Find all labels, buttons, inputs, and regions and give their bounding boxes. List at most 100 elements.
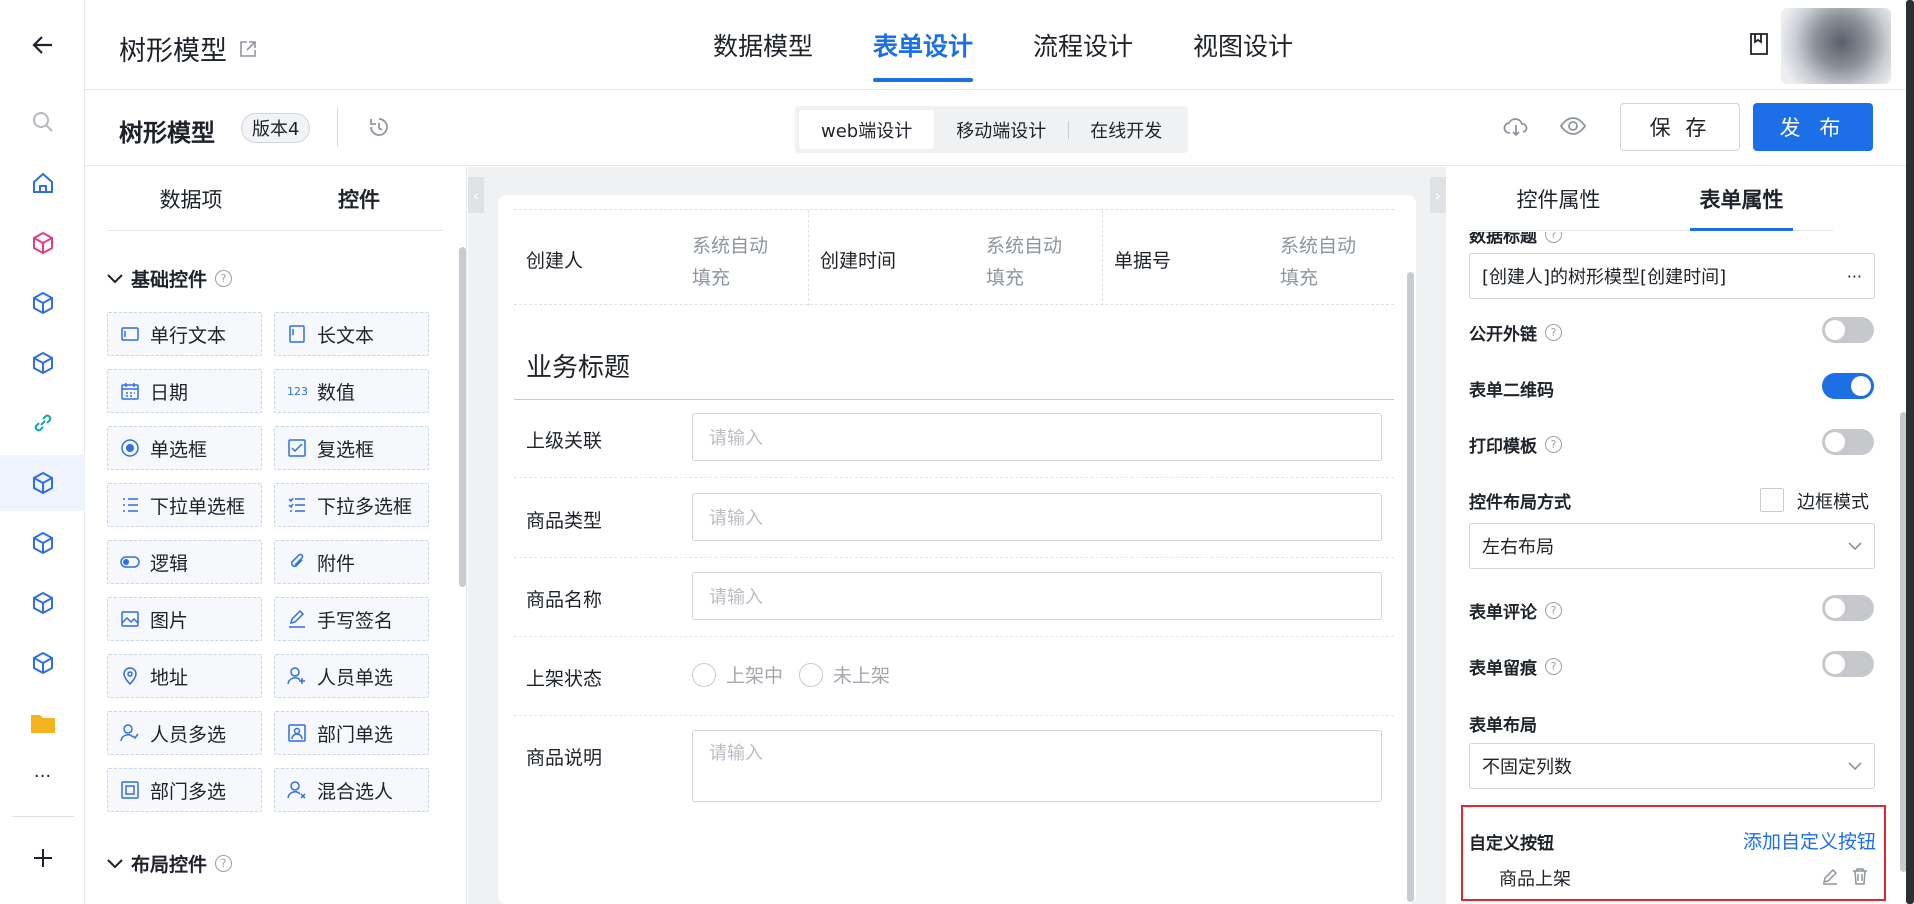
control-item[interactable]: 单选框 bbox=[107, 426, 262, 470]
tab-flow-design[interactable]: 流程设计 bbox=[1033, 0, 1133, 90]
control-item[interactable]: 手写签名 bbox=[274, 597, 429, 641]
product-desc-textarea[interactable]: 请输入 bbox=[692, 730, 1382, 802]
edit-icon[interactable] bbox=[1821, 867, 1839, 885]
chevron-down-icon bbox=[107, 273, 123, 283]
control-item[interactable]: 长文本 bbox=[274, 312, 429, 356]
folder-icon[interactable] bbox=[0, 695, 85, 751]
search-icon[interactable] bbox=[0, 94, 85, 150]
help-icon[interactable]: ? bbox=[1545, 232, 1562, 243]
control-item[interactable]: 附件 bbox=[274, 540, 429, 584]
parent-link-input[interactable]: 请输入 bbox=[692, 413, 1382, 461]
section-title: 布局控件 bbox=[131, 854, 208, 876]
help-icon[interactable]: ? bbox=[215, 270, 233, 287]
control-item[interactable]: 地址 bbox=[107, 654, 262, 698]
cube-icon[interactable] bbox=[0, 335, 85, 391]
control-label: 日期 bbox=[150, 381, 189, 404]
border-mode-checkbox[interactable] bbox=[1760, 488, 1784, 512]
left-tabs: 数据项 控件 bbox=[107, 167, 443, 231]
control-item[interactable]: 复选框 bbox=[274, 426, 429, 470]
canvas-scrollbar[interactable] bbox=[1407, 272, 1414, 902]
control-item[interactable]: 图片 bbox=[107, 597, 262, 641]
link-icon[interactable] bbox=[0, 395, 85, 451]
basic-controls-header[interactable]: 基础控件 ? bbox=[107, 265, 233, 292]
version-badge[interactable]: 版本4 bbox=[241, 113, 311, 143]
tab-control-props[interactable]: 控件属性 bbox=[1467, 167, 1650, 230]
print-template-toggle[interactable] bbox=[1822, 429, 1874, 455]
cube-icon[interactable] bbox=[0, 515, 85, 571]
avatar[interactable] bbox=[1781, 8, 1891, 84]
field-label: 商品名称 bbox=[526, 589, 603, 611]
more-icon[interactable]: ··· bbox=[1847, 267, 1862, 286]
tab-data-items[interactable]: 数据项 bbox=[107, 167, 275, 230]
control-item[interactable]: 日期 bbox=[107, 369, 262, 413]
delete-icon[interactable] bbox=[1851, 867, 1869, 885]
collapse-left-icon[interactable]: ‹ bbox=[468, 177, 484, 213]
control-item[interactable]: 混合选人 bbox=[274, 768, 429, 812]
save-button[interactable]: 保 存 bbox=[1620, 103, 1740, 151]
custom-button-section: 自定义按钮 添加自定义按钮 商品上架 bbox=[1461, 805, 1886, 901]
help-icon[interactable]: ? bbox=[1545, 436, 1562, 453]
home-icon[interactable] bbox=[0, 155, 85, 211]
preview-eye-icon[interactable] bbox=[1559, 115, 1587, 141]
layout-controls-header[interactable]: 布局控件 ? bbox=[107, 850, 233, 877]
back-arrow-icon[interactable] bbox=[0, 17, 85, 73]
control-item[interactable]: 下拉多选框 bbox=[274, 483, 429, 527]
plus-icon[interactable] bbox=[0, 830, 85, 886]
tab-form-design[interactable]: 表单设计 bbox=[873, 0, 974, 90]
book-icon[interactable] bbox=[1749, 32, 1769, 60]
long-text-icon bbox=[289, 325, 305, 343]
help-icon[interactable]: ? bbox=[215, 855, 233, 872]
control-item[interactable]: 逻辑 bbox=[107, 540, 262, 584]
more-dots-icon[interactable]: ··· bbox=[0, 748, 85, 804]
layout-mode-select[interactable]: 左右布局 bbox=[1469, 523, 1875, 569]
control-item[interactable]: 部门单选 bbox=[274, 711, 429, 755]
cube-active-icon[interactable] bbox=[0, 455, 85, 511]
public-link-toggle[interactable] bbox=[1822, 317, 1874, 343]
cube-icon[interactable] bbox=[0, 275, 85, 331]
history-icon[interactable] bbox=[367, 115, 391, 143]
control-label: 部门单选 bbox=[317, 723, 394, 746]
left-scrollbar[interactable] bbox=[459, 247, 466, 587]
help-icon[interactable]: ? bbox=[1545, 602, 1562, 619]
help-icon[interactable]: ? bbox=[1545, 658, 1562, 675]
tab-form-props[interactable]: 表单属性 bbox=[1650, 167, 1833, 231]
segment-online-dev[interactable]: 在线开发 bbox=[1068, 110, 1184, 149]
product-type-input[interactable]: 请输入 bbox=[692, 493, 1382, 541]
radio-off-shelf[interactable]: 未上架 bbox=[799, 661, 890, 688]
label-text: 数据标题 bbox=[1469, 232, 1537, 247]
control-item[interactable]: 人员多选 bbox=[107, 711, 262, 755]
control-item[interactable]: 下拉单选框 bbox=[107, 483, 262, 527]
tab-controls[interactable]: 控件 bbox=[275, 167, 443, 230]
chevron-down-icon bbox=[107, 858, 123, 868]
product-name-input[interactable]: 请输入 bbox=[692, 572, 1382, 620]
qr-code-toggle[interactable] bbox=[1822, 373, 1874, 399]
single-line-text-icon bbox=[121, 327, 139, 341]
tab-view-design[interactable]: 视图设计 bbox=[1193, 0, 1293, 90]
user-mixed-icon bbox=[287, 781, 306, 799]
collapse-right-icon[interactable]: › bbox=[1430, 177, 1446, 213]
help-icon[interactable]: ? bbox=[1545, 324, 1562, 341]
cloud-upload-icon[interactable] bbox=[1503, 115, 1529, 143]
control-item[interactable]: 单行文本 bbox=[107, 312, 262, 356]
publish-button[interactable]: 发 布 bbox=[1753, 103, 1873, 151]
cube-pink-icon[interactable] bbox=[0, 215, 85, 271]
data-title-input[interactable]: [创建人]的树形模型[创建时间] ··· bbox=[1469, 253, 1875, 299]
form-layout-select[interactable]: 不固定列数 bbox=[1469, 743, 1875, 789]
control-item[interactable]: 人员单选 bbox=[274, 654, 429, 698]
radio-on-shelf[interactable]: 上架中 bbox=[692, 661, 783, 688]
model-title: 树形模型 bbox=[119, 119, 215, 147]
cube-icon[interactable] bbox=[0, 635, 85, 691]
trace-toggle[interactable] bbox=[1822, 651, 1874, 677]
cube-icon[interactable] bbox=[0, 575, 85, 631]
control-item[interactable]: 123 数值 bbox=[274, 369, 429, 413]
add-custom-button-link[interactable]: 添加自定义按钮 bbox=[1743, 827, 1876, 854]
control-item[interactable]: 部门多选 bbox=[107, 768, 262, 812]
app-root: ··· 树形模型 数据模型 表单设计 流程设计 视图设计 树形模型 版本4 we… bbox=[0, 0, 1914, 904]
segment-web[interactable]: web端设计 bbox=[799, 110, 935, 149]
control-label: 地址 bbox=[150, 666, 189, 689]
comments-toggle[interactable] bbox=[1822, 595, 1874, 621]
segment-mobile[interactable]: 移动端设计 bbox=[934, 110, 1068, 149]
external-link-icon[interactable] bbox=[239, 40, 257, 58]
tab-data-model[interactable]: 数据模型 bbox=[713, 0, 813, 90]
radio-label: 上架中 bbox=[726, 665, 784, 687]
